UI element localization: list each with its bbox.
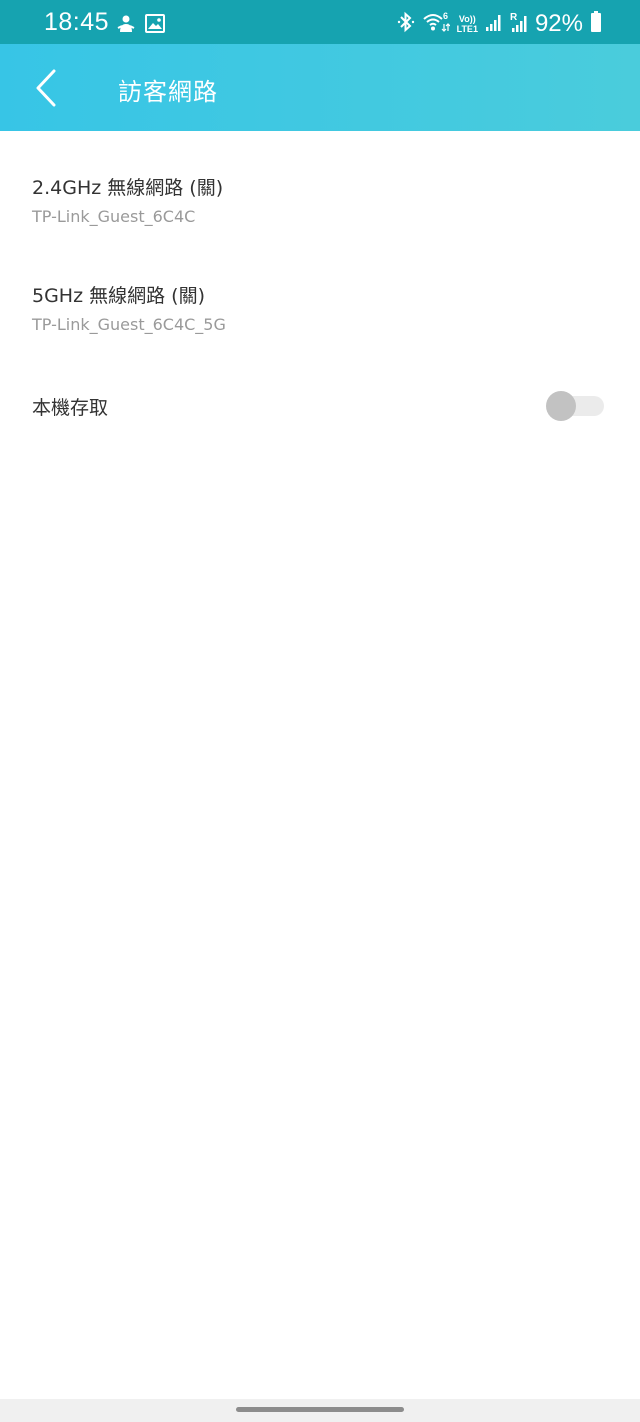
signal-icon — [485, 12, 503, 36]
item-title-local-access: 本機存取 — [32, 397, 109, 419]
page-title: 訪客網路 — [118, 78, 218, 106]
list-item-5g-wireless[interactable]: 5GHz 無線網路 (關) TP-Link_Guest_6C4C_5G — [0, 239, 640, 347]
chevron-left-icon — [36, 69, 56, 107]
volte-icon: Vo)) LTE1 — [457, 14, 478, 34]
home-indicator[interactable] — [236, 1407, 404, 1412]
toggle-thumb — [546, 391, 576, 421]
status-right-icons: 6 Vo)) LTE1 R 92% — [397, 10, 602, 38]
volte-label-top: Vo)) — [458, 14, 476, 24]
local-access-toggle[interactable] — [544, 389, 606, 423]
battery-icon — [590, 11, 602, 37]
notification-icon — [117, 14, 135, 38]
image-icon — [145, 14, 165, 38]
status-time: 18:45 — [44, 8, 110, 36]
item-title-2g: 2.4GHz 無線網路 (關) — [32, 177, 224, 199]
item-title-5g: 5GHz 無線網路 (關) — [32, 285, 205, 307]
item-subtitle-5g: TP-Link_Guest_6C4C_5G — [32, 315, 226, 334]
signal-roaming-icon: R — [510, 11, 528, 37]
app-header: 訪客網路 — [0, 44, 640, 131]
list-item-2g-wireless[interactable]: 2.4GHz 無線網路 (關) TP-Link_Guest_6C4C — [0, 131, 640, 239]
wifi-icon: 6 — [422, 11, 451, 37]
status-left-icons — [117, 14, 165, 38]
item-subtitle-2g: TP-Link_Guest_6C4C — [32, 207, 196, 226]
back-button[interactable] — [22, 64, 70, 112]
screen: 18:45 6 Vo)) LTE1 R 92% 訪客網路 2.4GHz 無線網路… — [0, 0, 640, 1422]
status-bar: 18:45 6 Vo)) LTE1 R 92% — [0, 0, 640, 44]
bluetooth-icon — [397, 11, 415, 37]
battery-percent: 92% — [534, 10, 583, 37]
navigation-bar — [0, 1399, 640, 1422]
svg-text:6: 6 — [443, 11, 448, 21]
volte-label-bottom: LTE1 — [456, 24, 478, 34]
svg-text:R: R — [510, 12, 518, 23]
